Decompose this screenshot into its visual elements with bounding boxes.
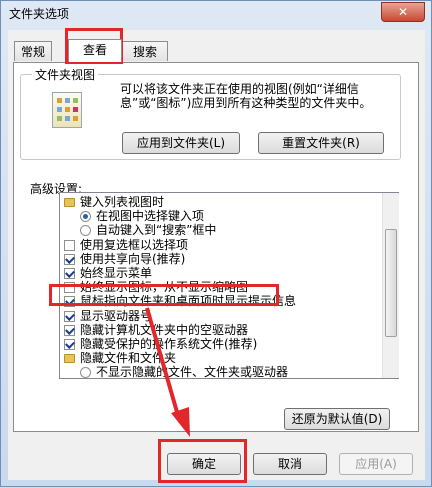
folder-options-window: 文件夹选项 ✕ 常规 查看 搜索 文件夹视图 可以将该文件夹正在使用的视图(例如…	[0, 0, 432, 487]
tab-view[interactable]: 查看	[68, 39, 122, 62]
annotation-arrow	[145, 307, 190, 437]
